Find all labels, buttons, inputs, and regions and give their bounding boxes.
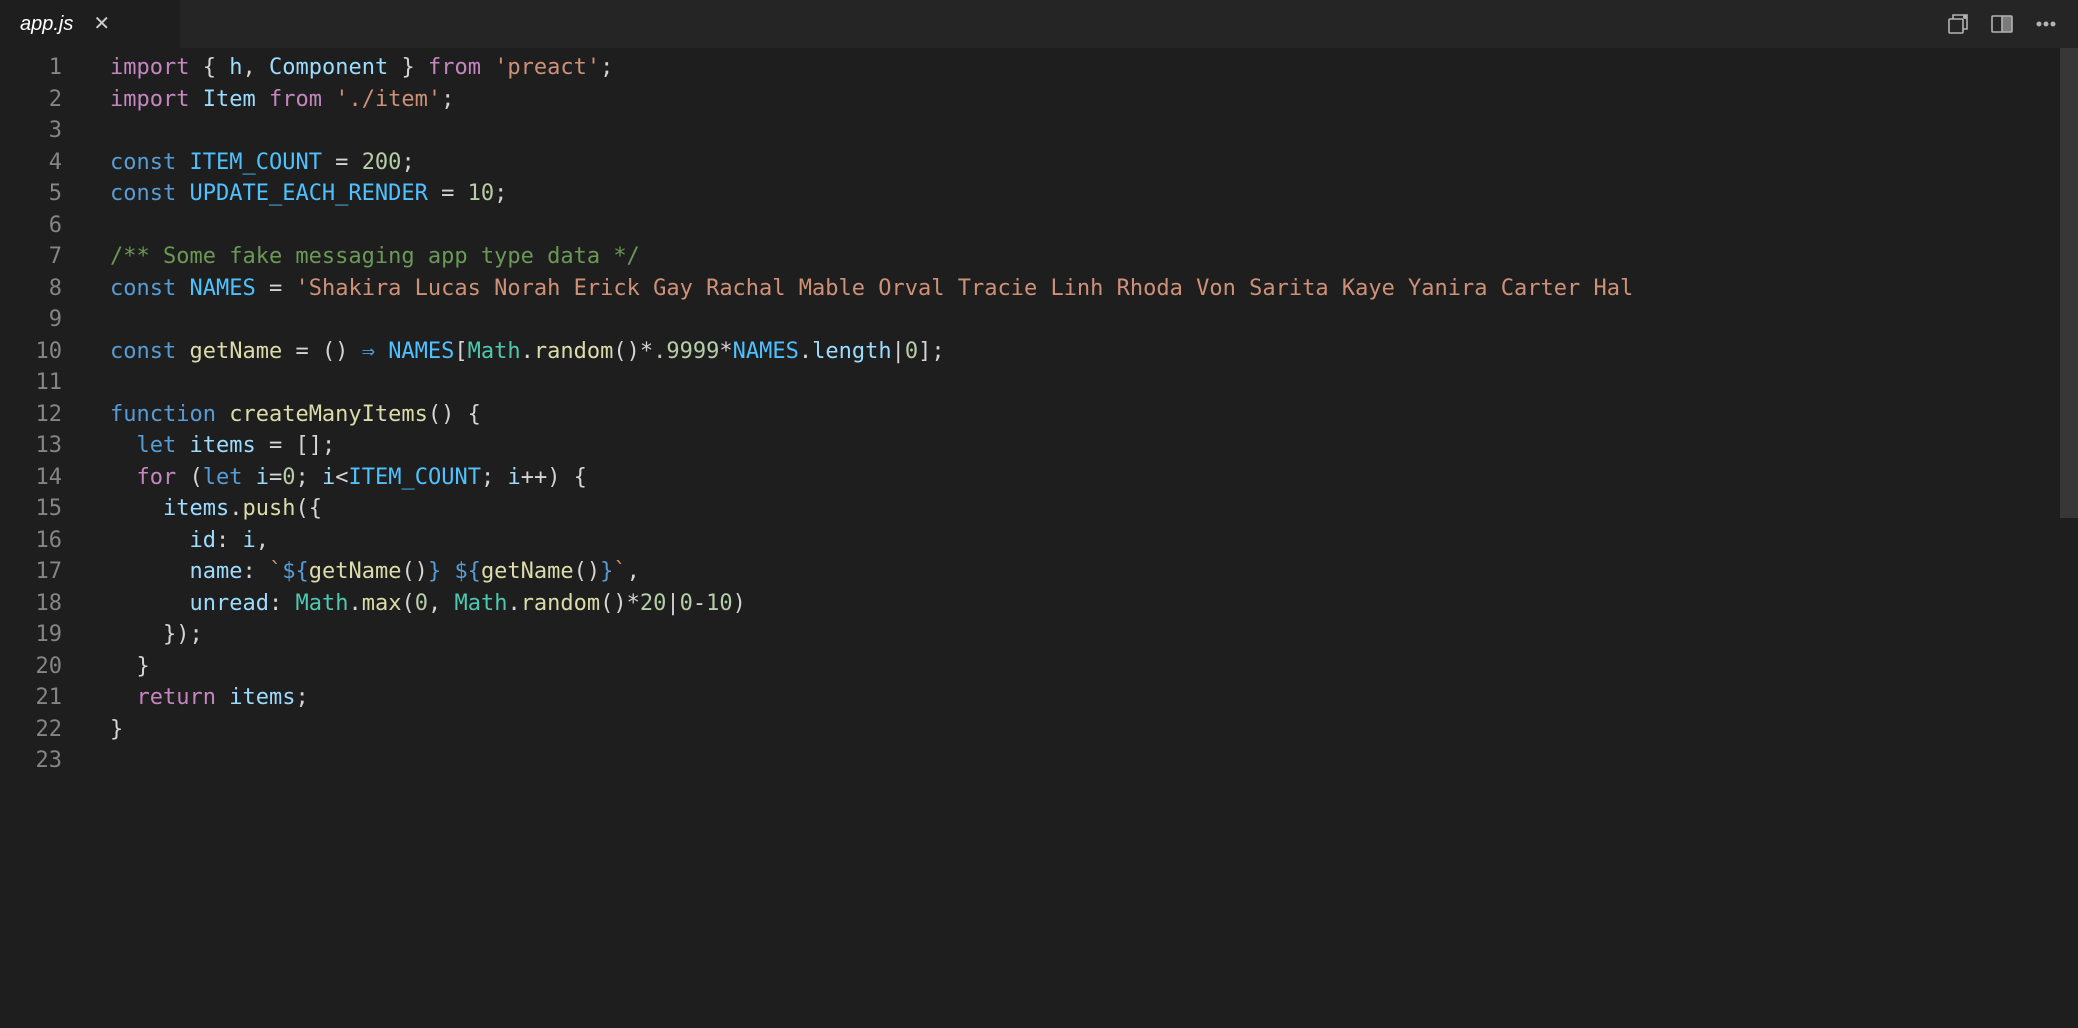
tab-active[interactable]: app.js ✕ [0, 0, 180, 48]
code-content[interactable]: import { h, Component } from 'preact';im… [92, 48, 2078, 1028]
code-line[interactable]: for (let i=0; i<ITEM_COUNT; i++) { [110, 462, 2078, 494]
split-editor-icon[interactable] [1988, 10, 2016, 38]
code-line[interactable]: function createManyItems() { [110, 399, 2078, 431]
line-number-gutter: 1234567891011121314151617181920212223 [0, 48, 92, 1028]
code-line[interactable] [110, 115, 2078, 147]
code-line[interactable]: items.push({ [110, 493, 2078, 525]
line-number: 19 [0, 619, 62, 651]
line-number: 23 [0, 745, 62, 777]
line-number: 3 [0, 115, 62, 147]
code-line[interactable] [110, 745, 2078, 777]
overview-ruler[interactable] [2060, 48, 2078, 1028]
tab-actions [1944, 0, 2078, 48]
line-number: 1 [0, 52, 62, 84]
line-number: 8 [0, 273, 62, 305]
compare-changes-icon[interactable] [1944, 10, 1972, 38]
line-number: 5 [0, 178, 62, 210]
line-number: 17 [0, 556, 62, 588]
line-number: 11 [0, 367, 62, 399]
line-number: 18 [0, 588, 62, 620]
code-line[interactable]: } [110, 651, 2078, 683]
line-number: 2 [0, 84, 62, 116]
line-number: 12 [0, 399, 62, 431]
editor-window: app.js ✕ [0, 0, 2078, 1028]
code-line[interactable] [110, 210, 2078, 242]
tab-bar: app.js ✕ [0, 0, 2078, 48]
code-line[interactable]: /** Some fake messaging app type data */ [110, 241, 2078, 273]
scrollbar-thumb[interactable] [2060, 48, 2078, 518]
line-number: 6 [0, 210, 62, 242]
line-number: 4 [0, 147, 62, 179]
line-number: 7 [0, 241, 62, 273]
code-line[interactable]: const UPDATE_EACH_RENDER = 10; [110, 178, 2078, 210]
code-line[interactable]: return items; [110, 682, 2078, 714]
code-line[interactable]: }); [110, 619, 2078, 651]
line-number: 15 [0, 493, 62, 525]
code-line[interactable]: id: i, [110, 525, 2078, 557]
code-line[interactable]: const NAMES = 'Shakira Lucas Norah Erick… [110, 273, 2078, 305]
line-number: 20 [0, 651, 62, 683]
code-line[interactable]: const ITEM_COUNT = 200; [110, 147, 2078, 179]
line-number: 22 [0, 714, 62, 746]
code-line[interactable] [110, 304, 2078, 336]
tab-filename: app.js [20, 13, 73, 36]
code-line[interactable] [110, 367, 2078, 399]
code-line[interactable]: unread: Math.max(0, Math.random()*20|0-1… [110, 588, 2078, 620]
code-line[interactable]: name: `${getName()} ${getName()}`, [110, 556, 2078, 588]
line-number: 9 [0, 304, 62, 336]
code-line[interactable]: import Item from './item'; [110, 84, 2078, 116]
close-icon[interactable]: ✕ [93, 14, 110, 34]
line-number: 21 [0, 682, 62, 714]
code-line[interactable]: import { h, Component } from 'preact'; [110, 52, 2078, 84]
more-icon[interactable] [2032, 10, 2060, 38]
code-line[interactable]: const getName = () ⇒ NAMES[Math.random()… [110, 336, 2078, 368]
code-line[interactable]: } [110, 714, 2078, 746]
line-number: 16 [0, 525, 62, 557]
line-number: 14 [0, 462, 62, 494]
line-number: 10 [0, 336, 62, 368]
code-line[interactable]: let items = []; [110, 430, 2078, 462]
line-number: 13 [0, 430, 62, 462]
code-editor[interactable]: 1234567891011121314151617181920212223 im… [0, 48, 2078, 1028]
